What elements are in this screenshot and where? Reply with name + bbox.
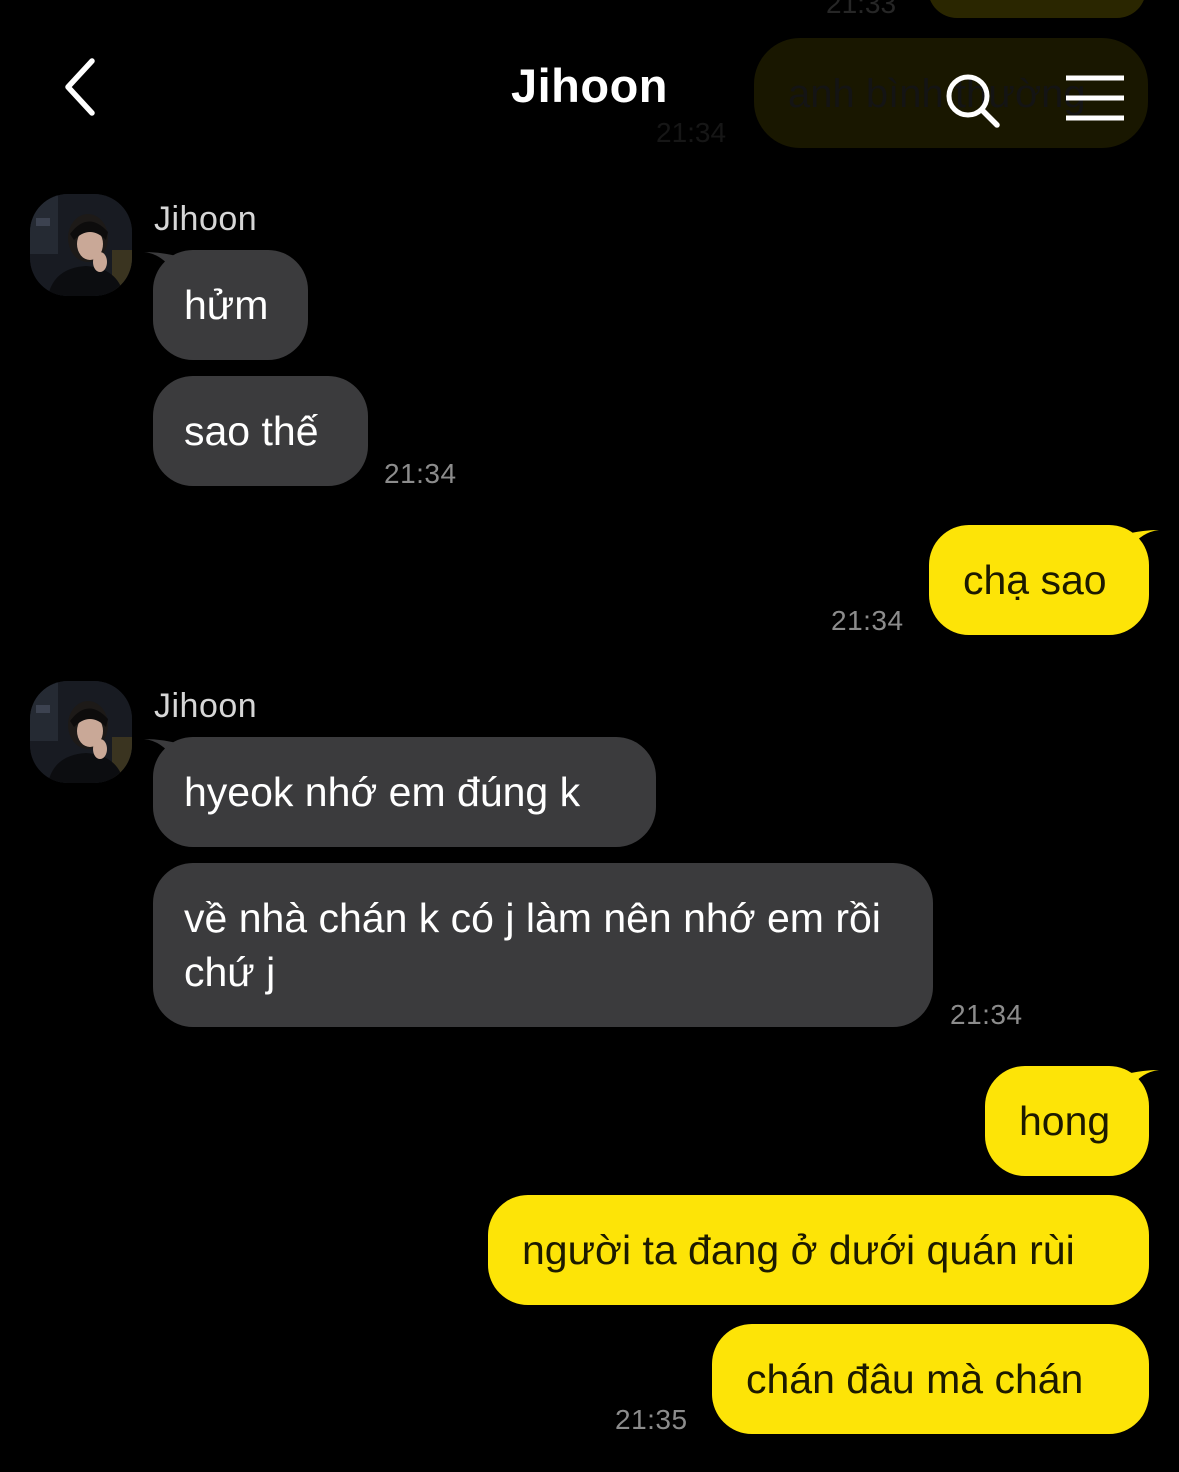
outgoing-message[interactable]: hong	[985, 1066, 1149, 1176]
avatar-photo	[30, 681, 132, 783]
message-timestamp: 21:35	[615, 1404, 688, 1435]
chat-header: Jihoon	[0, 0, 1179, 170]
avatar-photo	[30, 194, 132, 296]
incoming-message[interactable]: sao thế	[153, 376, 368, 486]
avatar[interactable]	[30, 194, 132, 296]
message-timestamp: 21:34	[950, 999, 1023, 1030]
outgoing-message[interactable]: người ta đang ở dưới quán rùi	[488, 1195, 1149, 1305]
search-button[interactable]	[938, 66, 1006, 134]
incoming-message[interactable]: hyeok nhớ em đúng k	[153, 737, 656, 847]
message-timestamp: 21:34	[384, 458, 457, 489]
message-timestamp: 21:34	[831, 605, 904, 636]
incoming-message[interactable]: về nhà chán k có j làm nên nhớ em rồi ch…	[153, 863, 933, 1027]
incoming-message[interactable]: hửm	[153, 250, 308, 360]
hamburger-menu-icon	[1066, 75, 1124, 121]
outgoing-message[interactable]: chạ sao	[929, 525, 1149, 635]
search-icon	[946, 74, 1000, 128]
menu-button[interactable]	[1058, 68, 1132, 128]
avatar[interactable]	[30, 681, 132, 783]
sender-name: Jihoon	[154, 687, 258, 725]
outgoing-message[interactable]: chán đâu mà chán	[712, 1324, 1149, 1434]
sender-name: Jihoon	[154, 200, 258, 238]
